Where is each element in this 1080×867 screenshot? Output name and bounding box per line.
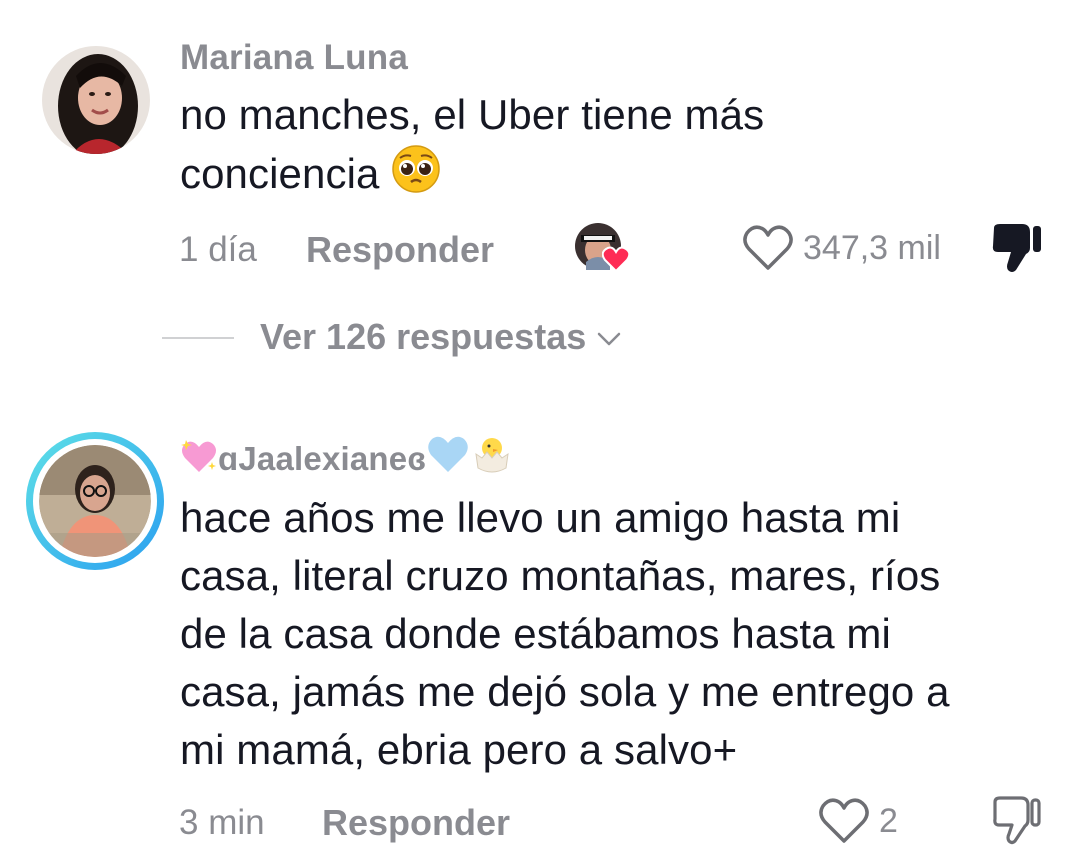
heart-badge-icon (602, 246, 630, 272)
comment-username[interactable]: Mariana Luna (180, 38, 408, 78)
comment-text-line: de la casa donde estábamos hasta mi (180, 610, 891, 657)
dislike-icon[interactable] (990, 222, 1044, 274)
reply-button[interactable]: Responder (306, 229, 494, 271)
comment-username[interactable]: ɑJaalexianeɞ (180, 434, 514, 478)
comment-text-fragment: conciencia (180, 150, 380, 197)
like-count: 347,3 mil (803, 229, 941, 267)
username-text: ɑJaalexianeɞ (218, 440, 427, 477)
reply-button[interactable]: Responder (322, 802, 510, 844)
like-count: 2 (879, 802, 898, 840)
creator-liked-badge (574, 222, 632, 274)
hatching-chick-emoji (475, 438, 509, 473)
like-heart-icon[interactable] (742, 224, 794, 272)
pleading-face-emoji (392, 145, 441, 193)
comment-text-line: conciencia (180, 144, 1050, 203)
light-blue-heart-emoji (428, 436, 469, 472)
sparkling-heart-emoji (181, 440, 216, 472)
comments-panel: Mariana Luna no manches, el Uber tiene m… (0, 0, 1080, 867)
replies-divider (162, 337, 234, 339)
like-heart-icon[interactable] (818, 797, 870, 845)
comment-text-line: casa, literal cruzo montañas, mares, río… (180, 552, 941, 599)
avatar[interactable] (42, 46, 150, 154)
avatar[interactable] (26, 432, 164, 570)
comment-text: hace años me llevo un amigo hasta mi cas… (180, 489, 1050, 779)
view-replies-button[interactable]: Ver 126 respuestas (260, 316, 622, 358)
avatar-photo (39, 445, 151, 557)
dislike-icon[interactable] (990, 795, 1044, 847)
view-replies-label: Ver 126 respuestas (260, 316, 587, 357)
comment-text-line: casa, jamás me dejó sola y me entrego a (180, 668, 950, 715)
comment-text-line: mi mamá, ebria pero a salvo+ (180, 726, 738, 773)
comment-text-line: hace años me llevo un amigo hasta mi (180, 494, 901, 541)
comment-text: no manches, el Uber tiene más conciencia (180, 86, 1050, 203)
comment-time: 1 día (179, 230, 257, 269)
comment-text-line: no manches, el Uber tiene más (180, 91, 765, 138)
comment-time: 3 min (179, 803, 265, 842)
chevron-down-icon (597, 333, 621, 346)
avatar-photo (42, 46, 150, 154)
